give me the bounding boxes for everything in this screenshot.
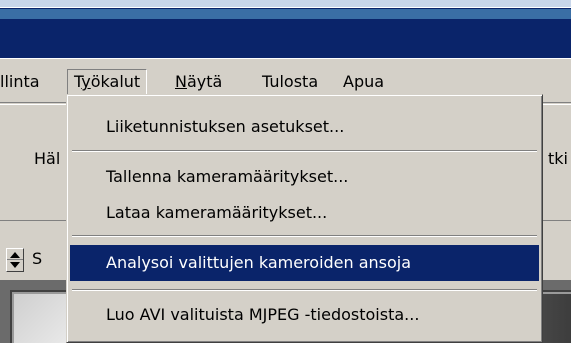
menu-item-tulosta[interactable]: Tulosta xyxy=(256,69,324,95)
menu-separator xyxy=(72,289,537,291)
menu-option-analyze-traps[interactable]: Analysoi valittujen kameroiden ansoja xyxy=(70,245,539,281)
menu-option-save-camera-config[interactable]: Tallenna kameramääritykset... xyxy=(70,159,539,195)
menu-item-tallennus[interactable]: llinta xyxy=(0,69,46,95)
toolbar-button-halytys[interactable]: Häl xyxy=(34,145,60,175)
menu-option-motion-settings[interactable]: Liiketunnistuksen asetukset... xyxy=(70,109,539,145)
spin-divider xyxy=(7,259,23,260)
menu-item-apua[interactable]: Apua xyxy=(337,69,390,95)
spin-up-arrow-icon[interactable] xyxy=(10,252,20,258)
menu-separator xyxy=(72,150,537,152)
spin-down-arrow-icon[interactable] xyxy=(10,262,20,268)
window-titlebar xyxy=(0,0,571,58)
menu-item-nayta[interactable]: Näytä xyxy=(169,69,228,95)
spinner-label: S xyxy=(32,249,43,268)
titlebar-gradient xyxy=(0,9,571,19)
desktop-strip xyxy=(0,0,571,8)
tyokalut-dropdown-menu: Liiketunnistuksen asetukset... Tallenna … xyxy=(66,94,543,343)
menu-separator xyxy=(72,235,537,237)
spinner-control[interactable] xyxy=(6,248,24,272)
menu-option-create-avi[interactable]: Luo AVI valituista MJPEG -tiedostoista..… xyxy=(70,297,539,333)
menu-option-load-camera-config[interactable]: Lataa kameramääritykset... xyxy=(70,195,539,231)
menu-item-tyokalut-rest: ökalut xyxy=(90,72,141,91)
toolbar-button-right[interactable]: tki xyxy=(548,145,568,175)
menu-item-tyokalut[interactable]: Työkalut xyxy=(67,69,148,95)
